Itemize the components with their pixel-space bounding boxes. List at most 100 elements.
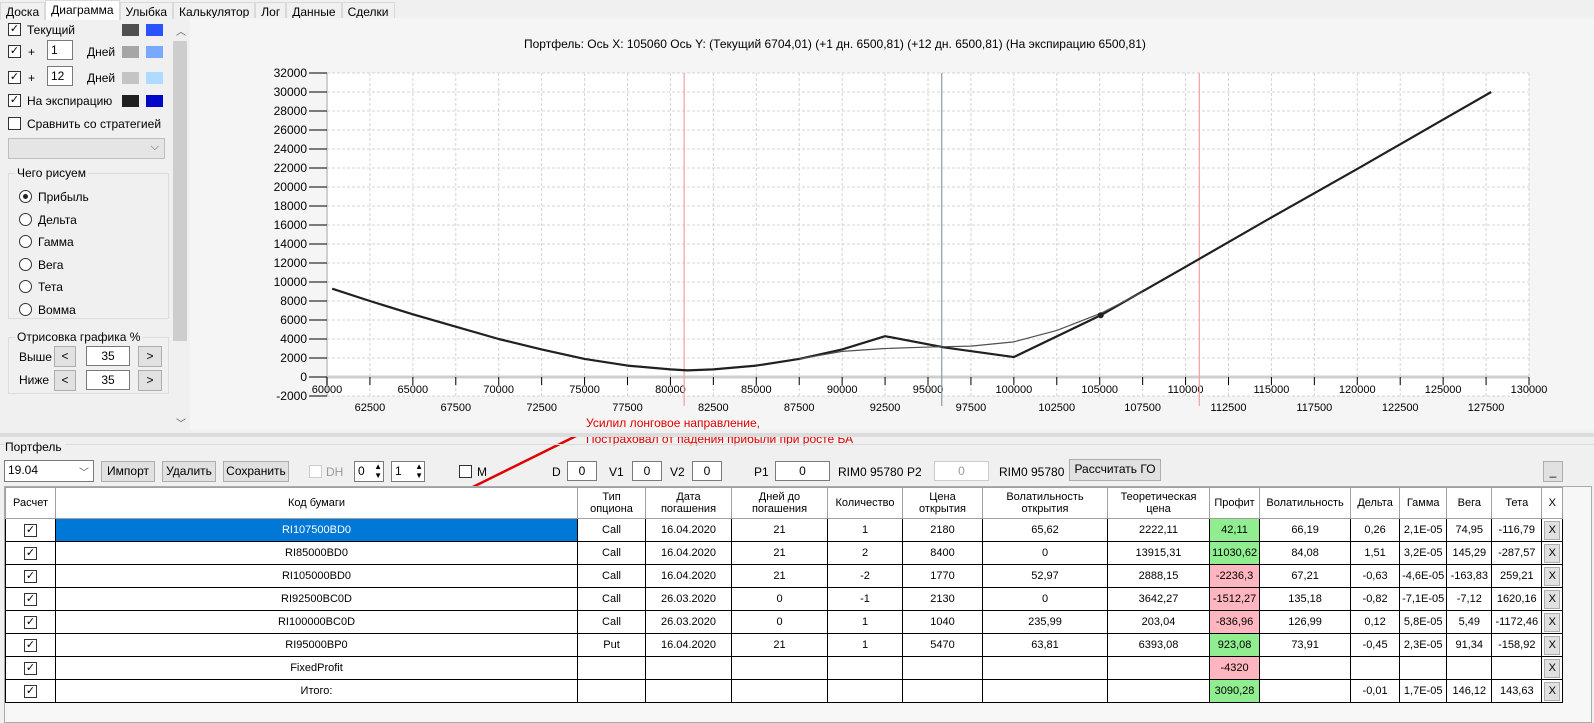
- v1-input[interactable]: 0: [632, 461, 662, 481]
- cell-vega: [1446, 656, 1493, 680]
- delete-button[interactable]: Удалить: [162, 461, 216, 482]
- v2-input[interactable]: 0: [692, 461, 722, 481]
- calc-checkbox[interactable]: ✓: [24, 523, 37, 537]
- calc-checkbox[interactable]: ✓: [24, 638, 37, 652]
- column-header[interactable]: Профит: [1208, 487, 1261, 519]
- calc-cell[interactable]: ✓: [5, 564, 56, 588]
- p2-input[interactable]: 0: [934, 461, 989, 481]
- column-header[interactable]: Дельта: [1350, 487, 1401, 519]
- cell-theo: 2222,11: [1107, 518, 1210, 542]
- portfolio-selector[interactable]: 19.04 ﹀: [4, 460, 94, 482]
- cell-gamma: -7,1E-05: [1399, 587, 1448, 611]
- delete-row-button[interactable]: X: [1544, 658, 1561, 678]
- spinner-arrows-icon[interactable]: ▲ ▼: [415, 462, 423, 480]
- column-header[interactable]: X: [1541, 487, 1564, 519]
- calculate-go-button[interactable]: Рассчитать ГО: [1069, 459, 1161, 481]
- delete-row-button[interactable]: X: [1544, 566, 1561, 586]
- cell-open: 1770: [902, 564, 983, 588]
- column-header[interactable]: Количество: [827, 487, 903, 519]
- cell-vega: 145,29: [1446, 541, 1493, 565]
- calc-checkbox[interactable]: ✓: [24, 592, 37, 606]
- calc-cell[interactable]: ✓: [5, 610, 56, 634]
- calc-checkbox[interactable]: ✓: [24, 569, 37, 583]
- portfolio-group-title: Портфель: [5, 440, 65, 454]
- calc-checkbox[interactable]: ✓: [24, 684, 37, 698]
- delete-cell: X: [1541, 656, 1564, 680]
- column-header[interactable]: Цена открытия: [902, 487, 983, 519]
- cell-days: [731, 656, 828, 680]
- calc-cell[interactable]: ✓: [5, 679, 56, 703]
- cell-vol_open: 0: [982, 541, 1108, 565]
- m-label: M: [477, 465, 487, 479]
- calc-cell[interactable]: ✓: [5, 587, 56, 611]
- cell-code: RI95000BP0: [55, 633, 578, 657]
- cell-days: 0: [731, 587, 828, 611]
- column-header[interactable]: Тета: [1491, 487, 1543, 519]
- cell-vol_open: 235,99: [982, 610, 1108, 634]
- calc-checkbox[interactable]: ✓: [24, 661, 37, 675]
- delete-row-button[interactable]: X: [1544, 520, 1561, 540]
- minimize-button[interactable]: _: [1543, 461, 1563, 482]
- table-row[interactable]: ✓ RI92500BC0D Call 26.03.2020 0 -1 2130 0 3642,2…: [5, 587, 1564, 611]
- cell-type: [577, 679, 646, 703]
- column-header[interactable]: Дата погашения: [645, 487, 732, 519]
- column-header[interactable]: Дней до погашения: [731, 487, 828, 519]
- calc-cell[interactable]: ✓: [5, 656, 56, 680]
- cell-vol: [1259, 656, 1352, 680]
- p1-input[interactable]: 0: [775, 461, 830, 481]
- cell-profit: 923,08: [1208, 633, 1261, 657]
- table-row[interactable]: ✓ FixedProfit -4320 X: [5, 656, 1564, 680]
- table-row[interactable]: ✓ RI100000BC0D Call 26.03.2020 0 1 1040 235,99 2…: [5, 610, 1564, 634]
- table-row[interactable]: ✓ RI107500BD0 Call 16.04.2020 21 1 2180 65,62 22…: [5, 518, 1564, 542]
- delete-row-button[interactable]: X: [1544, 635, 1561, 655]
- column-header[interactable]: Гамма: [1399, 487, 1448, 519]
- cell-open: 2180: [902, 518, 983, 542]
- cell-vol_open: 65,62: [982, 518, 1108, 542]
- cell-qty: [827, 679, 903, 703]
- calc-cell[interactable]: ✓: [5, 518, 56, 542]
- spin1-value: 0: [358, 464, 365, 478]
- table-row[interactable]: ✓ RI85000BD0 Call 16.04.2020 21 2 8400 0 13915,3…: [5, 541, 1564, 565]
- d-input[interactable]: 0: [567, 461, 597, 481]
- dh-checkbox[interactable]: [309, 465, 322, 478]
- table-row[interactable]: ✓ Итого: 3090,28 -0,01 1,7E-05 146,12 143,63 X: [5, 679, 1564, 703]
- calc-cell[interactable]: ✓: [5, 541, 56, 565]
- m-checkbox[interactable]: [459, 465, 472, 478]
- delete-cell: X: [1541, 564, 1564, 588]
- cell-days: 0: [731, 610, 828, 634]
- save-button[interactable]: Сохранить: [223, 461, 289, 482]
- calc-checkbox[interactable]: ✓: [24, 546, 37, 560]
- calc-checkbox[interactable]: ✓: [24, 615, 37, 629]
- cell-vega: -163,83: [1446, 564, 1493, 588]
- import-button[interactable]: Импорт: [101, 461, 155, 482]
- delete-row-button[interactable]: X: [1544, 612, 1561, 632]
- spin2-input[interactable]: 1 ▲ ▼: [391, 461, 425, 482]
- spin1-input[interactable]: 0 ▲ ▼: [354, 461, 384, 482]
- cell-code: Итого:: [55, 679, 578, 703]
- column-header[interactable]: Расчет: [5, 487, 56, 519]
- cell-vol_open: 52,97: [982, 564, 1108, 588]
- cell-qty: 2: [827, 541, 903, 565]
- cell-vol: 126,99: [1259, 610, 1352, 634]
- splitter[interactable]: [0, 433, 1594, 437]
- column-header[interactable]: Волатильность: [1259, 487, 1352, 519]
- cell-vol_open: [982, 656, 1108, 680]
- cell-delta: -0,45: [1350, 633, 1401, 657]
- delete-row-button[interactable]: X: [1544, 543, 1561, 563]
- cell-profit: -1512,27: [1208, 587, 1261, 611]
- spinner-arrows-icon[interactable]: ▲ ▼: [374, 462, 382, 480]
- table-row[interactable]: ✓ RI105000BD0 Call 16.04.2020 21 -2 1770 52,97 2…: [5, 564, 1564, 588]
- table-row[interactable]: ✓ RI95000BP0 Put 16.04.2020 21 1 5470 63,81 6393…: [5, 633, 1564, 657]
- cell-type: Call: [577, 564, 646, 588]
- calc-cell[interactable]: ✓: [5, 633, 56, 657]
- column-header[interactable]: Код бумаги: [55, 487, 578, 519]
- column-header[interactable]: Тип опциона: [577, 487, 646, 519]
- cell-date: 26.03.2020: [645, 587, 732, 611]
- delete-row-button[interactable]: X: [1544, 589, 1561, 609]
- cell-gamma: 1,7E-05: [1399, 679, 1448, 703]
- column-header[interactable]: Волатильность открытия: [982, 487, 1108, 519]
- delete-row-button[interactable]: X: [1544, 681, 1561, 701]
- column-header[interactable]: Теоретическая цена: [1107, 487, 1210, 519]
- dh-label: DH: [326, 465, 344, 479]
- column-header[interactable]: Вега: [1446, 487, 1493, 519]
